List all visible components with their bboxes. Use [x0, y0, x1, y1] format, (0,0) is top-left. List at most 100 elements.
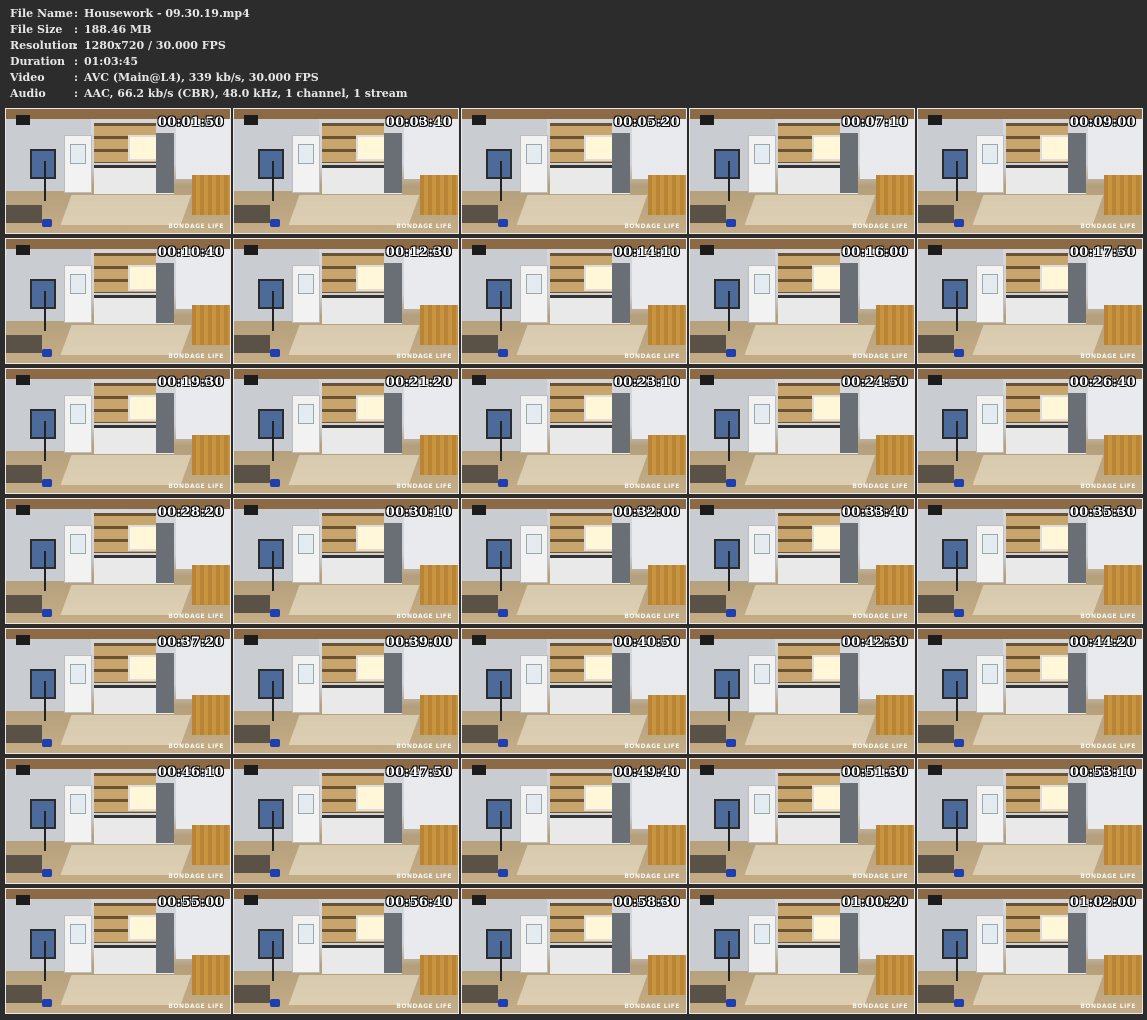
scene-door — [976, 395, 1004, 453]
video-thumbnail: 00:28:20 BONDAGE LIFE — [5, 498, 231, 624]
watermark-logo: BONDAGE LIFE — [168, 743, 224, 750]
scene-bucket — [42, 479, 52, 487]
info-separator: : — [74, 7, 79, 20]
scene-wood-panel — [420, 305, 458, 345]
scene-fridge — [156, 393, 174, 453]
scene-wood-panel — [876, 695, 914, 735]
scene-wood-panel — [876, 565, 914, 605]
watermark-logo: BONDAGE LIFE — [168, 873, 224, 880]
scene-kitchen-window — [812, 395, 842, 421]
scene-sunlight — [516, 325, 648, 355]
scene-kitchen-window — [584, 525, 614, 551]
scene-bucket — [42, 869, 52, 877]
scene-fridge — [1068, 653, 1086, 713]
scene-bucket — [42, 349, 52, 357]
scene-lamp — [928, 895, 942, 905]
scene-bucket — [270, 869, 280, 877]
scene-sunlight — [972, 975, 1104, 1005]
scene-tripod — [956, 421, 958, 461]
scene-door — [292, 265, 320, 323]
scene-lamp — [244, 635, 258, 645]
scene-door — [520, 915, 548, 973]
video-thumbnail: 00:17:50 BONDAGE LIFE — [917, 238, 1143, 364]
video-thumbnail: 00:30:10 BONDAGE LIFE — [233, 498, 459, 624]
info-key: Video — [10, 71, 45, 84]
scene-fridge — [1068, 133, 1086, 193]
scene-sunlight — [288, 585, 420, 615]
video-thumbnail: 00:03:40 BONDAGE LIFE — [233, 108, 459, 234]
scene-window — [714, 539, 740, 569]
scene-bucket — [954, 739, 964, 747]
scene-door — [520, 525, 548, 583]
scene-sunlight — [288, 845, 420, 875]
watermark-logo: BONDAGE LIFE — [396, 1003, 452, 1010]
scene-door — [976, 655, 1004, 713]
scene-kitchen-window — [1040, 785, 1070, 811]
scene-window — [714, 669, 740, 699]
info-row-file-name: File Name : Housework - 09.30.19.mp4 — [10, 6, 408, 22]
scene-door — [64, 785, 92, 843]
scene-window — [258, 149, 284, 179]
scene-fridge — [840, 133, 858, 193]
info-key: Resolution — [10, 39, 77, 52]
info-value: AAC, 66.2 kb/s (CBR), 48.0 kHz, 1 channe… — [84, 87, 408, 100]
scene-bucket — [726, 609, 736, 617]
scene-wood-panel — [876, 825, 914, 865]
scene-kitchen-window — [356, 915, 386, 941]
video-thumbnail: 00:53:10 BONDAGE LIFE — [917, 758, 1143, 884]
scene-sunlight — [516, 195, 648, 225]
scene-window — [714, 929, 740, 959]
info-value: 1280x720 / 30.000 FPS — [84, 39, 226, 52]
scene-kitchen-window — [356, 525, 386, 551]
scene-door — [64, 135, 92, 193]
timestamp-label: 00:53:10 — [1069, 765, 1136, 780]
timestamp-label: 00:30:10 — [385, 505, 452, 520]
scene-lamp — [472, 765, 486, 775]
video-thumbnail: 00:01:50 BONDAGE LIFE — [5, 108, 231, 234]
info-row-file-size: File Size : 188.46 MB — [10, 22, 408, 38]
scene-sunlight — [972, 195, 1104, 225]
info-row-video: Video : AVC (Main@L4), 339 kb/s, 30.000 … — [10, 70, 408, 86]
video-thumbnail: 00:10:40 BONDAGE LIFE — [5, 238, 231, 364]
scene-tripod — [272, 811, 274, 851]
info-separator: : — [74, 23, 79, 36]
scene-fridge — [156, 523, 174, 583]
scene-window — [942, 279, 968, 309]
scene-door — [64, 655, 92, 713]
timestamp-label: 00:16:00 — [841, 245, 908, 260]
scene-lamp — [16, 635, 30, 645]
watermark-logo: BONDAGE LIFE — [1080, 353, 1136, 360]
scene-kitchen-window — [812, 525, 842, 551]
scene-couch — [462, 595, 498, 613]
watermark-logo: BONDAGE LIFE — [168, 353, 224, 360]
scene-door — [520, 135, 548, 193]
watermark-logo: BONDAGE LIFE — [852, 1003, 908, 1010]
scene-kitchen-window — [584, 785, 614, 811]
scene-fridge — [840, 523, 858, 583]
scene-kitchen-window — [356, 265, 386, 291]
scene-bucket — [270, 739, 280, 747]
scene-window — [30, 409, 56, 439]
video-thumbnail: 00:37:20 BONDAGE LIFE — [5, 628, 231, 754]
scene-lamp — [16, 245, 30, 255]
scene-bucket — [270, 349, 280, 357]
scene-wood-panel — [192, 565, 230, 605]
scene-bucket — [498, 479, 508, 487]
scene-sunlight — [60, 325, 192, 355]
file-info-panel: File Name : Housework - 09.30.19.mp4 Fil… — [10, 6, 408, 102]
scene-bucket — [954, 479, 964, 487]
video-thumbnail: 00:35:30 BONDAGE LIFE — [917, 498, 1143, 624]
scene-wood-panel — [648, 825, 686, 865]
scene-lamp — [472, 115, 486, 125]
scene-sunlight — [288, 455, 420, 485]
scene-fridge — [840, 783, 858, 843]
scene-tripod — [500, 551, 502, 591]
scene-couch — [690, 465, 726, 483]
scene-couch — [462, 205, 498, 223]
watermark-logo: BONDAGE LIFE — [396, 873, 452, 880]
scene-window — [30, 149, 56, 179]
scene-window — [942, 799, 968, 829]
watermark-logo: BONDAGE LIFE — [396, 223, 452, 230]
watermark-logo: BONDAGE LIFE — [624, 223, 680, 230]
timestamp-label: 01:02:00 — [1069, 895, 1136, 910]
